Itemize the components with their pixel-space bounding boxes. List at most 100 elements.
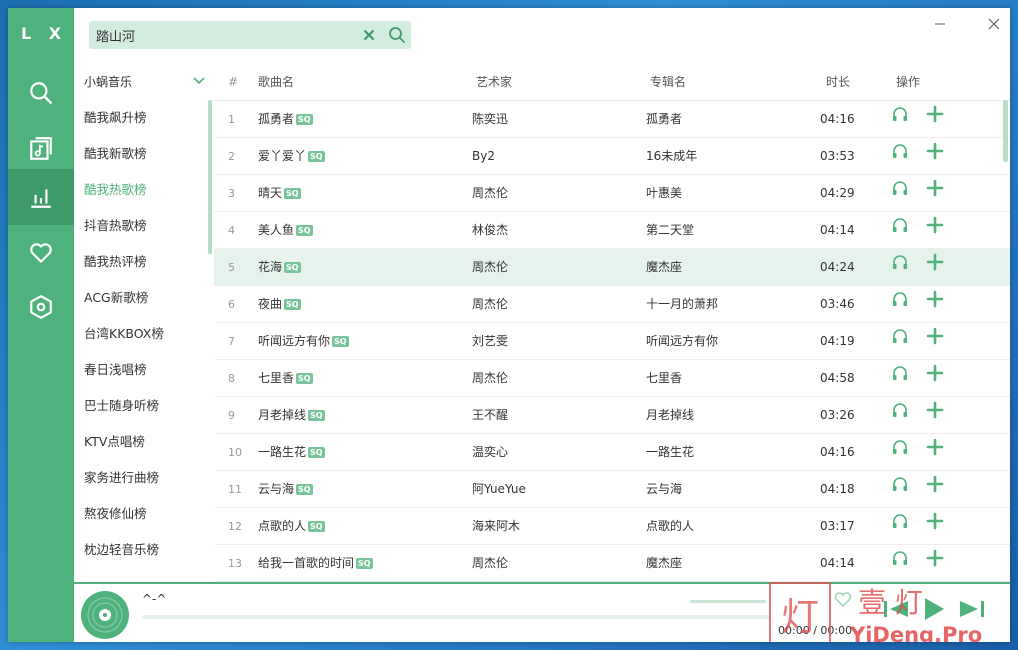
plus-icon [926,212,944,249]
leaderboard-item[interactable]: 酷我新歌榜 [74,136,212,172]
table-row[interactable]: 11 云与海 SQ 阿YueYue 云与海 04:18 [214,471,1010,508]
table-row[interactable]: 6 夜曲 SQ 周杰伦 十一月的萧邦 03:46 [214,286,1010,323]
add-song-button[interactable] [926,249,944,271]
list-scrollbar[interactable] [208,100,212,254]
leaderboard-item[interactable]: ACG新歌榜 [74,280,212,316]
leaderboard-item[interactable]: 枕边轻音乐榜 [74,532,212,568]
table-scrollbar[interactable] [1003,100,1008,162]
headphones-icon [891,471,909,508]
add-song-button[interactable] [926,471,944,493]
app-logo: L X [20,24,68,43]
song-name: 一路生花 [258,445,307,459]
table-row[interactable]: 3 晴天 SQ 周杰伦 叶惠美 04:29 [214,175,1010,212]
row-number: 13 [228,557,242,570]
add-song-button[interactable] [926,397,944,419]
rail-search-button[interactable] [8,65,74,121]
song-name-cell: 花海 SQ [258,249,301,286]
song-name: 孤勇者 [258,112,295,126]
settings-icon [30,295,52,319]
duration-cell: 04:18 [820,482,855,496]
search-icon [389,27,405,43]
artist-cell: By2 [472,149,495,163]
play-song-button[interactable] [891,360,909,380]
table-row[interactable]: 10 一路生花 SQ 温奕心 一路生花 04:16 [214,434,1010,471]
play-song-button[interactable] [891,323,909,343]
add-song-button[interactable] [926,286,944,308]
play-song-button[interactable] [891,138,909,158]
album-cell: 孤勇者 [646,112,683,126]
header-ops: 操作 [896,75,921,89]
table-row[interactable]: 8 七里香 SQ 周杰伦 七里香 04:58 [214,360,1010,397]
rail-leaderboard-button[interactable] [8,169,74,225]
quality-badge: SQ [308,151,325,162]
song-name-cell: 给我一首歌的时间 SQ [258,545,373,582]
leaderboard-item[interactable]: 台湾KKBOX榜 [74,316,212,352]
album-disc-icon[interactable] [80,590,130,640]
add-song-button[interactable] [926,138,944,160]
headphones-icon [891,360,909,397]
song-name: 听闻远方有你 [258,334,331,348]
add-song-button[interactable] [926,508,944,530]
table-row[interactable]: 4 美人鱼 SQ 林俊杰 第二天堂 04:14 [214,212,1010,249]
search-submit-button[interactable] [383,21,411,49]
play-song-button[interactable] [891,471,909,491]
plus-icon [926,508,944,545]
search-input[interactable] [89,27,355,43]
add-song-button[interactable] [926,212,944,234]
leaderboard-item[interactable]: 巴士随身听榜 [74,388,212,424]
leaderboard-item[interactable]: 抖音热歌榜 [74,208,212,244]
table-row[interactable]: 13 给我一首歌的时间 SQ 周杰伦 魔杰座 04:14 [214,545,1010,582]
play-song-button[interactable] [891,545,909,565]
close-window-button[interactable] [984,14,1004,34]
song-name: 晴天 [258,186,283,200]
rail-favorites-button[interactable] [8,225,74,281]
side-rail: L X [8,8,74,642]
leaderboard-item[interactable]: 家务进行曲榜 [74,460,212,496]
artist-cell: 刘艺雯 [472,334,509,348]
play-song-button[interactable] [891,249,909,269]
add-song-button[interactable] [926,175,944,197]
rail-settings-button[interactable] [8,279,74,335]
leaderboard-item[interactable]: 酷我飙升榜 [74,100,212,136]
minimize-button[interactable] [930,14,950,34]
play-song-button[interactable] [891,175,909,195]
search-icon [30,82,52,104]
svg-text:壹 灯: 壹 灯 [858,586,923,619]
add-song-button[interactable] [926,360,944,382]
source-select[interactable]: 小蜗音乐 [74,64,212,98]
duration-cell: 03:17 [820,519,855,533]
play-song-button[interactable] [891,508,909,528]
add-song-button[interactable] [926,323,944,345]
add-song-button[interactable] [926,545,944,567]
header-album: 专辑名 [650,75,687,89]
song-name-cell: 一路生花 SQ [258,434,325,471]
play-song-button[interactable] [891,434,909,454]
add-song-button[interactable] [926,434,944,456]
add-song-button[interactable] [926,101,944,123]
leaderboard-item[interactable]: 酷我热评榜 [74,244,212,280]
volume-slider[interactable] [690,600,766,603]
leaderboard-item[interactable]: 春日浅唱榜 [74,352,212,388]
plus-icon [926,138,944,175]
album-cell: 七里香 [646,371,683,385]
clear-search-button[interactable] [355,21,383,49]
table-row[interactable]: 12 点歌的人 SQ 海来阿木 点歌的人 03:17 [214,508,1010,545]
app-window: L X 踏山河 小蜗音乐 酷我飙升榜 酷我新歌榜 酷我热歌榜 抖音热歌榜 酷我热… [8,8,1010,642]
playback-progress[interactable] [142,615,770,619]
album-cell: 魔杰座 [646,260,683,274]
table-row[interactable]: 9 月老掉线 SQ 王不醒 月老掉线 03:26 [214,397,1010,434]
duration-cell: 03:53 [820,149,855,163]
table-row[interactable]: 5 花海 SQ 周杰伦 魔杰座 04:24 [214,249,1010,286]
leaderboard-item[interactable]: 酷我热歌榜 [74,172,212,208]
table-row[interactable]: 1 孤勇者 SQ 陈奕迅 孤勇者 04:16 [214,101,1010,138]
leaderboard-item[interactable]: KTV点唱榜 [74,424,212,460]
play-song-button[interactable] [891,212,909,232]
play-song-button[interactable] [891,101,909,121]
play-song-button[interactable] [891,286,909,306]
table-row[interactable]: 2 爱丫爱丫 SQ By2 16未成年 03:53 [214,138,1010,175]
headphones-icon [891,286,909,323]
table-row[interactable]: 7 听闻远方有你 SQ 刘艺雯 听闻远方有你 04:19 [214,323,1010,360]
leaderboard-item[interactable]: 熬夜修仙榜 [74,496,212,532]
song-table: 1 孤勇者 SQ 陈奕迅 孤勇者 04:16 2 爱丫爱丫 SQ By2 16未成年 03:53 3 晴天… [214,100,1010,582]
play-song-button[interactable] [891,397,909,417]
